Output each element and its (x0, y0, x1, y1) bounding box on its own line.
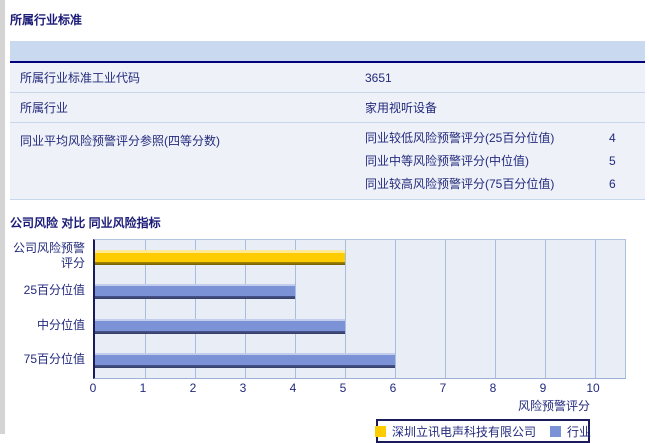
row-label: 所属行业 (20, 101, 69, 115)
x-tick-label: 1 (139, 381, 147, 395)
bar-industry (95, 353, 395, 369)
chart-legend: 深圳立讯电声科技有限公司 行业 (374, 419, 591, 443)
x-tick-label: 2 (189, 381, 197, 395)
legend-swatch-industry (550, 425, 561, 437)
legend-item-industry: 行业 (550, 423, 591, 440)
x-tick-label: 10 (586, 381, 600, 395)
row-label: 同业平均风险预警评分参照(四等分数) (20, 134, 220, 148)
peer-score-row-medium: 同业中等风险预警评分(中位值) 5 (365, 149, 629, 172)
page-content: 所属行业标准 所属行业标准工业代码 3651 所属行业 家用视听设备 同业平均风… (10, 0, 649, 443)
y-axis-label: 中分位值 (36, 317, 85, 332)
table-row-peer-scores: 同业平均风险预警评分参照(四等分数) 同业较低风险预警评分(25百分位值) 4 … (10, 123, 645, 200)
table-row-sic-code: 所属行业标准工业代码 3651 (10, 63, 645, 93)
y-axis-labels: 公司风险预警评分 25百分位值中分位值 75百分位值 (10, 239, 93, 379)
x-tick-label: 9 (539, 381, 547, 395)
legend-label: 深圳立讯电声科技有限公司 (391, 424, 536, 439)
x-axis-ticks: 0 1 2 3 4 5 6 7 8 9 10 (89, 379, 649, 396)
peer-score-label: 同业中等风险预警评分(中位值) (365, 154, 529, 168)
y-axis-label: 75百分位值 (23, 352, 85, 367)
peer-score-list: 同业较低风险预警评分(25百分位值) 4 同业中等风险预警评分(中位值) 5 同… (365, 123, 645, 199)
peer-score-value: 5 (609, 153, 616, 168)
left-border-strip (0, 0, 5, 434)
peer-score-label: 同业较高风险预警评分(75百分位值) (365, 177, 555, 191)
industry-section-title: 所属行业标准 (10, 13, 83, 27)
chart-band (95, 240, 625, 275)
x-tick-label: 3 (239, 381, 247, 395)
chart-band (95, 344, 625, 379)
x-tick-label: 7 (439, 381, 447, 395)
bar-industry (95, 284, 295, 300)
peer-score-value: 4 (609, 130, 616, 145)
row-value: 家用视听设备 (365, 101, 438, 115)
industry-standards-table: 所属行业标准工业代码 3651 所属行业 家用视听设备 同业平均风险预警评分参照… (10, 41, 645, 200)
x-tick-label: 8 (489, 381, 497, 395)
legend-item-company: 深圳立讯电声科技有限公司 (374, 423, 536, 440)
plot-area (93, 239, 626, 379)
table-header-bar (10, 41, 645, 63)
risk-comparison-chart: 公司风险预警评分 25百分位值中分位值 75百分位值 (10, 239, 649, 379)
table-row-industry: 所属行业 家用视听设备 (10, 93, 645, 123)
row-label: 所属行业标准工业代码 (20, 71, 141, 85)
peer-score-value: 6 (609, 176, 616, 191)
x-tick-label: 4 (289, 381, 297, 395)
x-tick-label: 0 (89, 381, 97, 395)
chart-band (95, 275, 625, 310)
row-value: 3651 (365, 70, 392, 85)
bar-industry (95, 318, 345, 334)
y-axis-label: 公司风险预警评分 (12, 241, 85, 271)
x-tick-label: 5 (339, 381, 347, 395)
x-axis-title: 风险预警评分 (517, 399, 590, 413)
peer-score-row-low: 同业较低风险预警评分(25百分位值) 4 (365, 126, 629, 149)
chart-band (95, 309, 625, 344)
peer-score-label: 同业较低风险预警评分(25百分位值) (365, 131, 555, 145)
legend-swatch-company (374, 425, 386, 437)
bar-company (95, 249, 345, 265)
chart-section-title: 公司风险 对比 同业风险指标 (10, 216, 161, 230)
x-tick-label: 6 (389, 381, 397, 395)
legend-label: 行业 (567, 424, 592, 439)
bars (95, 240, 625, 378)
peer-score-row-high: 同业较高风险预警评分(75百分位值) 6 (365, 172, 629, 195)
y-axis-label: 25百分位值 (23, 283, 85, 298)
